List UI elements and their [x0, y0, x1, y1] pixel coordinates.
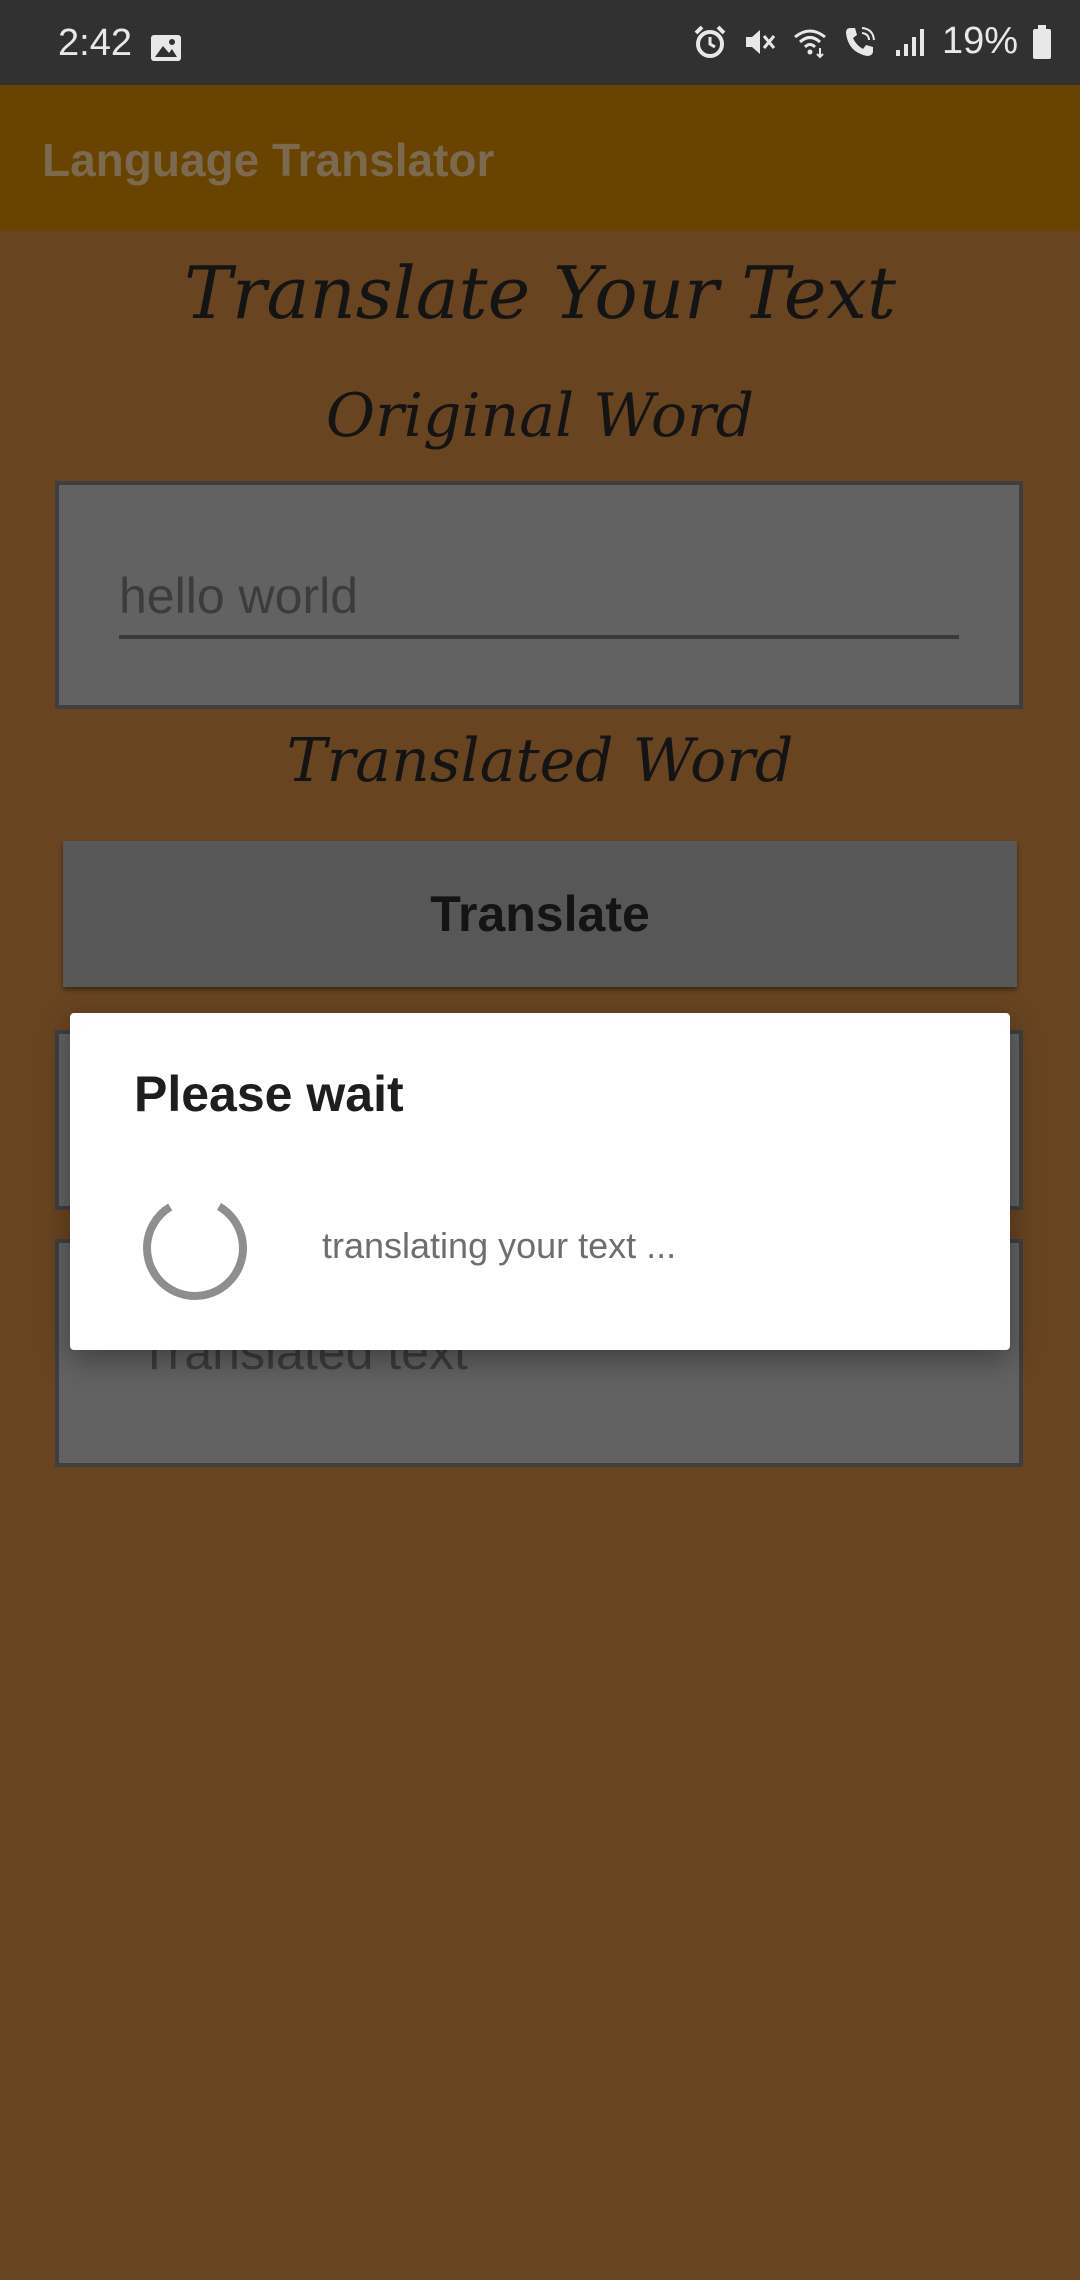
translate-button[interactable]: Translate: [63, 841, 1017, 987]
status-bar: 2:42 19%: [0, 0, 1080, 85]
input-underline: [119, 635, 959, 639]
mute-icon: [745, 29, 776, 54]
loading-spinner-icon: [143, 1196, 247, 1300]
original-word-container: hello world: [55, 481, 1023, 709]
signal-icon: [895, 28, 924, 56]
status-icons: 19%: [692, 20, 1052, 63]
translated-word-label: Translated Word: [286, 726, 794, 796]
battery-percent: 19%: [941, 20, 1018, 62]
dialog-message: translating your text ...: [322, 1225, 677, 1266]
battery-icon: [1033, 24, 1051, 59]
dialog-title: Please wait: [134, 1066, 404, 1122]
app-bar: Language Translator: [0, 85, 1080, 231]
original-word-label: Original Word: [325, 381, 755, 451]
status-time: 2:42: [58, 22, 132, 64]
page-heading: Translate Your Text: [184, 251, 896, 335]
app-title: Language Translator: [42, 134, 495, 186]
wifi-icon: [794, 29, 826, 58]
progress-dialog: Please wait translating your text ...: [70, 1013, 1010, 1350]
original-word-input[interactable]: hello world: [119, 567, 358, 625]
wifi-calling-icon: [845, 26, 875, 56]
alarm-icon: [694, 25, 726, 58]
image-icon: [151, 35, 181, 61]
